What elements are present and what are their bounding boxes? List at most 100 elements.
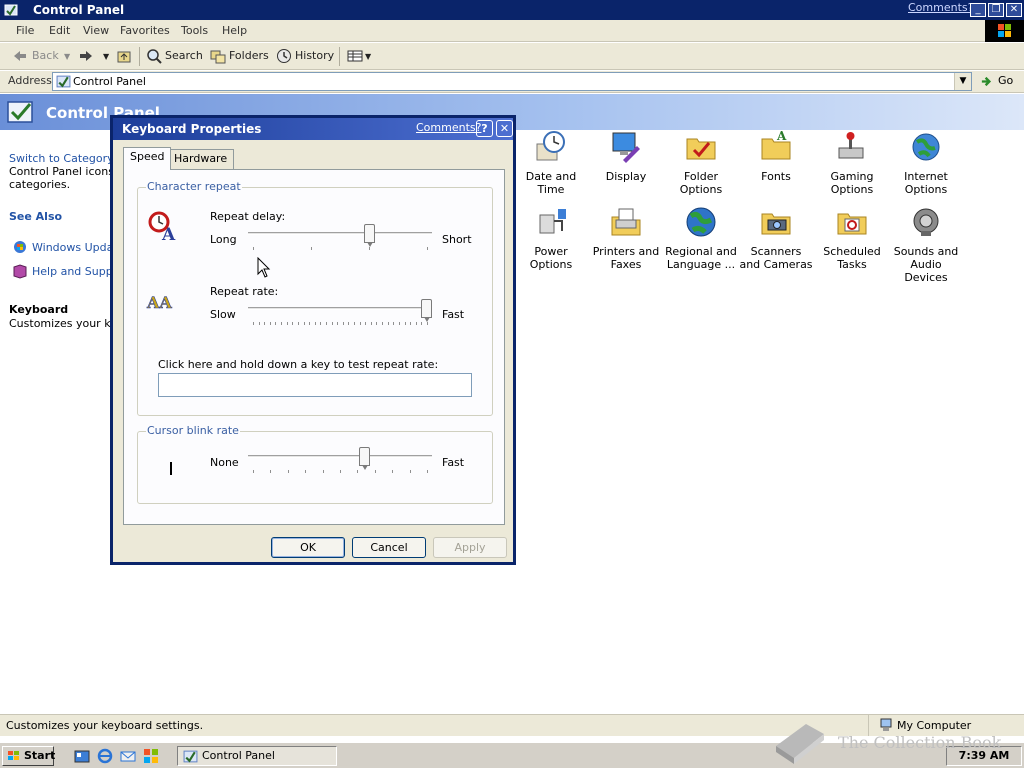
apply-button[interactable]: Apply xyxy=(433,537,507,558)
icon-scheduled-tasks[interactable]: Scheduled Tasks xyxy=(815,205,889,271)
slider-tick xyxy=(348,322,349,325)
icon-label: Date and Time xyxy=(525,170,577,196)
icon-label: Printers and Faxes xyxy=(592,245,660,271)
go-button[interactable]: Go xyxy=(998,74,1013,87)
folders-button[interactable]: Folders xyxy=(229,49,269,62)
slider-tick xyxy=(253,247,254,250)
menu-file[interactable]: File xyxy=(16,24,34,37)
view-description: Control Panel icons g xyxy=(9,165,125,178)
views-dropdown-icon[interactable]: ▼ xyxy=(365,52,371,61)
address-input[interactable]: Control Panel ▼ xyxy=(52,72,972,91)
slider-tick xyxy=(281,322,282,325)
search-button[interactable]: Search xyxy=(165,49,203,62)
icon-internet-options[interactable]: Internet Options xyxy=(889,130,963,196)
menu-help[interactable]: Help xyxy=(222,24,247,37)
back-dropdown-icon[interactable]: ▼ xyxy=(64,52,70,61)
slider-tick xyxy=(288,470,289,473)
views-icon[interactable] xyxy=(347,48,363,64)
slider-tick xyxy=(421,322,422,325)
history-icon[interactable] xyxy=(276,48,292,64)
icon-fonts[interactable]: A Fonts xyxy=(739,130,813,183)
windows-logo xyxy=(985,20,1024,42)
repeat-delay-slider[interactable] xyxy=(248,224,432,258)
slider-tick xyxy=(304,322,305,325)
back-button[interactable]: Back xyxy=(32,49,59,62)
cursor-blink-max-label: Fast xyxy=(442,456,465,469)
minimize-button[interactable]: _ xyxy=(970,3,986,17)
cursor-blink-rate-group: Cursor blink rate None Fast xyxy=(137,424,493,504)
icon-date-and-time[interactable]: Date and Time xyxy=(514,130,588,196)
history-button[interactable]: History xyxy=(295,49,334,62)
restore-button[interactable]: ❐ xyxy=(988,3,1004,17)
windows-media-icon[interactable] xyxy=(143,748,159,764)
slider-track xyxy=(248,307,432,310)
tab-speed[interactable]: Speed xyxy=(123,147,172,170)
comments-link[interactable]: Comments? xyxy=(908,1,973,14)
icon-display[interactable]: Display xyxy=(589,130,663,183)
slider-tick xyxy=(253,322,254,325)
icon-regional-and-language[interactable]: Regional and Language ... xyxy=(664,205,738,271)
go-arrow-icon[interactable] xyxy=(980,74,995,89)
cursor-blink-slider[interactable] xyxy=(248,447,432,481)
icon-folder-options[interactable]: Folder Options xyxy=(664,130,738,196)
address-dropdown-icon[interactable]: ▼ xyxy=(954,73,971,90)
slider-tick xyxy=(264,322,265,325)
menu-view[interactable]: View xyxy=(83,24,109,37)
slider-tick xyxy=(320,322,321,325)
cancel-button[interactable]: Cancel xyxy=(352,537,426,558)
window-title-bar[interactable]: Control Panel Comments? _ ❐ ✕ xyxy=(0,0,1024,20)
icon-printers-and-faxes[interactable]: Printers and Faxes xyxy=(589,205,663,271)
test-repeat-rate-input[interactable] xyxy=(158,373,472,397)
dialog-comments-link[interactable]: Comments? xyxy=(416,121,481,134)
slider-tick xyxy=(292,322,293,325)
icon-label: Gaming Options xyxy=(830,170,874,196)
dialog-title: Keyboard Properties xyxy=(122,122,262,136)
globe-icon xyxy=(912,133,940,161)
address-bar: Address Control Panel ▼ Go xyxy=(0,71,1024,93)
slider-tick xyxy=(340,470,341,473)
windows-update-icon xyxy=(14,241,26,253)
icon-gaming-options[interactable]: Gaming Options xyxy=(815,130,889,196)
icon-label: Scheduled Tasks xyxy=(823,245,881,271)
icon-label: Scanners and Cameras xyxy=(739,245,813,271)
start-label: Start xyxy=(24,749,56,762)
icon-power-options[interactable]: Power Options xyxy=(514,205,588,271)
show-desktop-icon[interactable] xyxy=(74,748,90,764)
dialog-title-bar[interactable]: Keyboard Properties Comments? ? ✕ xyxy=(113,118,513,140)
menu-favorites[interactable]: Favorites xyxy=(120,24,170,37)
slider-tick xyxy=(427,322,428,325)
folders-icon[interactable] xyxy=(210,48,226,64)
menu-tools[interactable]: Tools xyxy=(181,24,208,37)
slider-thumb[interactable] xyxy=(421,299,432,322)
icon-scanners-and-cameras[interactable]: Scanners and Cameras xyxy=(739,205,813,271)
slider-thumb[interactable] xyxy=(364,224,375,247)
tab-hardware[interactable]: Hardware xyxy=(167,149,235,169)
repeat-rate-slider[interactable] xyxy=(248,299,432,333)
back-arrow-icon[interactable] xyxy=(12,48,28,64)
slider-tick xyxy=(365,322,366,325)
cursor-blink-rate-title: Cursor blink rate xyxy=(146,424,240,437)
slider-tick xyxy=(298,322,299,325)
search-icon[interactable] xyxy=(146,48,162,64)
ok-button[interactable]: OK xyxy=(271,537,345,558)
slider-tick xyxy=(275,322,276,325)
character-repeat-group: Character repeat A Repeat delay: Long Sh… xyxy=(137,180,493,416)
start-button[interactable]: Start xyxy=(2,746,56,766)
forward-arrow-icon[interactable] xyxy=(78,48,94,64)
slider-thumb[interactable] xyxy=(359,447,370,470)
slider-tick xyxy=(315,322,316,325)
control-panel-icon xyxy=(56,75,71,88)
speed-tab-panel: Character repeat A Repeat delay: Long Sh… xyxy=(123,169,505,525)
icon-sounds-and-audio-devices[interactable]: Sounds and Audio Devices xyxy=(889,205,963,284)
dialog-close-button[interactable]: ✕ xyxy=(496,120,513,137)
taskbar-control-panel[interactable]: Control Panel xyxy=(177,746,337,766)
menu-edit[interactable]: Edit xyxy=(49,24,70,37)
outlook-express-icon[interactable] xyxy=(120,748,136,764)
close-button[interactable]: ✕ xyxy=(1006,3,1022,17)
forward-dropdown-icon[interactable]: ▼ xyxy=(103,52,109,61)
slider-tick xyxy=(332,322,333,325)
dialog-help-button[interactable]: ? xyxy=(476,120,493,137)
switch-to-category-link[interactable]: Switch to Category v xyxy=(9,152,124,165)
internet-explorer-icon[interactable] xyxy=(97,748,113,764)
up-folder-icon[interactable] xyxy=(116,48,132,64)
